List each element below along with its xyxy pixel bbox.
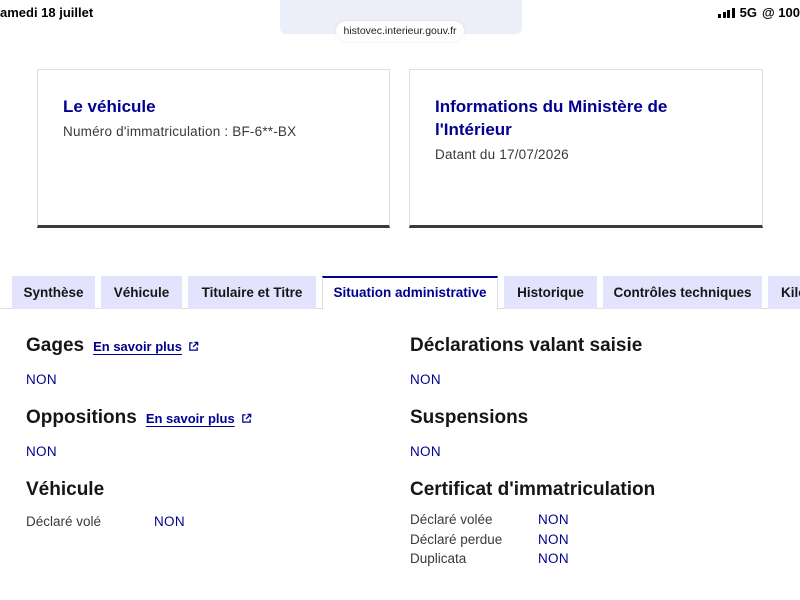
oppositions-title: Oppositions: [26, 407, 137, 428]
declarations-title: Déclarations valant saisie: [410, 335, 643, 356]
certificat-row: Déclaré perdue NON: [410, 530, 790, 550]
suspensions-title: Suspensions: [410, 407, 529, 428]
oppositions-value: NON: [26, 444, 57, 459]
status-right-text: @ 100: [762, 5, 800, 20]
cellular-signal-icon: [718, 7, 735, 18]
oppositions-more-label: En savoir plus: [145, 411, 235, 426]
tab-kilometrage[interactable]: Kilométrage: [768, 276, 800, 309]
gages-more-link[interactable]: En savoir plus: [93, 339, 199, 354]
certificat-section: Certificat d'immatriculation Déclaré vol…: [410, 479, 790, 569]
suspensions-section: Suspensions NON: [410, 407, 790, 459]
registration-number: Numéro d'immatriculation : BF-6**-BX: [63, 124, 297, 139]
external-link-icon: [241, 413, 251, 423]
certificat-row-label: Déclaré volée: [410, 512, 493, 528]
external-link-icon: [189, 341, 199, 351]
ministry-card: Informations du Ministère de l'Intérieur…: [409, 69, 763, 228]
vehicule-section: Véhicule Déclaré volé NON: [26, 479, 386, 532]
vehicule-row: Déclaré volé NON: [26, 512, 386, 532]
certificat-row-value: NON: [538, 512, 569, 528]
gages-title: Gages: [26, 335, 85, 356]
tab-situation-administrative[interactable]: Situation administrative: [322, 276, 498, 310]
data-date: Datant du 17/07/2026: [435, 147, 569, 162]
tab-list: Synthèse Véhicule Titulaire et Titre Sit…: [12, 276, 800, 310]
status-indicators: 5G @ 100: [718, 5, 800, 20]
certificat-row: Duplicata NON: [410, 549, 790, 569]
left-column: Gages En savoir plus NON Oppositions En …: [26, 335, 386, 532]
certificat-row-label: Duplicata: [410, 551, 467, 567]
oppositions-more-link[interactable]: En savoir plus: [146, 411, 252, 426]
gages-section: Gages En savoir plus NON: [26, 335, 386, 387]
declarations-value: NON: [410, 372, 441, 387]
status-time: amedi 18 juillet: [0, 5, 94, 20]
suspensions-value: NON: [410, 444, 441, 459]
certificat-row-label: Déclaré perdue: [410, 531, 503, 547]
ministry-card-title: Informations du Ministère de l'Intérieur: [435, 97, 668, 139]
oppositions-section: Oppositions En savoir plus NON: [26, 407, 386, 459]
vehicule-row-label: Déclaré volé: [26, 514, 102, 530]
vehicule-row-value: NON: [154, 514, 185, 530]
vehicle-card-title: Le véhicule: [63, 97, 156, 116]
network-type: 5G: [739, 5, 758, 20]
tab-synthese[interactable]: Synthèse: [12, 276, 95, 309]
tab-vehicule[interactable]: Véhicule: [101, 276, 182, 309]
tab-titulaire[interactable]: Titulaire et Titre: [188, 276, 316, 309]
gages-value: NON: [26, 372, 57, 387]
certificat-row-value: NON: [538, 551, 569, 567]
tab-controles-techniques[interactable]: Contrôles techniques: [603, 276, 762, 309]
certificat-title: Certificat d'immatriculation: [410, 479, 656, 500]
gages-more-label: En savoir plus: [93, 339, 182, 354]
vehicle-card: Le véhicule Numéro d'immatriculation : B…: [37, 69, 390, 228]
address-bar[interactable]: histovec.interieur.gouv.fr: [336, 21, 464, 41]
vehicule-title: Véhicule: [26, 479, 105, 500]
tab-historique[interactable]: Historique: [504, 276, 597, 309]
declarations-section: Déclarations valant saisie NON: [410, 335, 790, 387]
right-column: Déclarations valant saisie NON Suspensio…: [410, 335, 790, 569]
certificat-row-value: NON: [538, 531, 569, 547]
certificat-row: Déclaré volée NON: [410, 510, 790, 530]
